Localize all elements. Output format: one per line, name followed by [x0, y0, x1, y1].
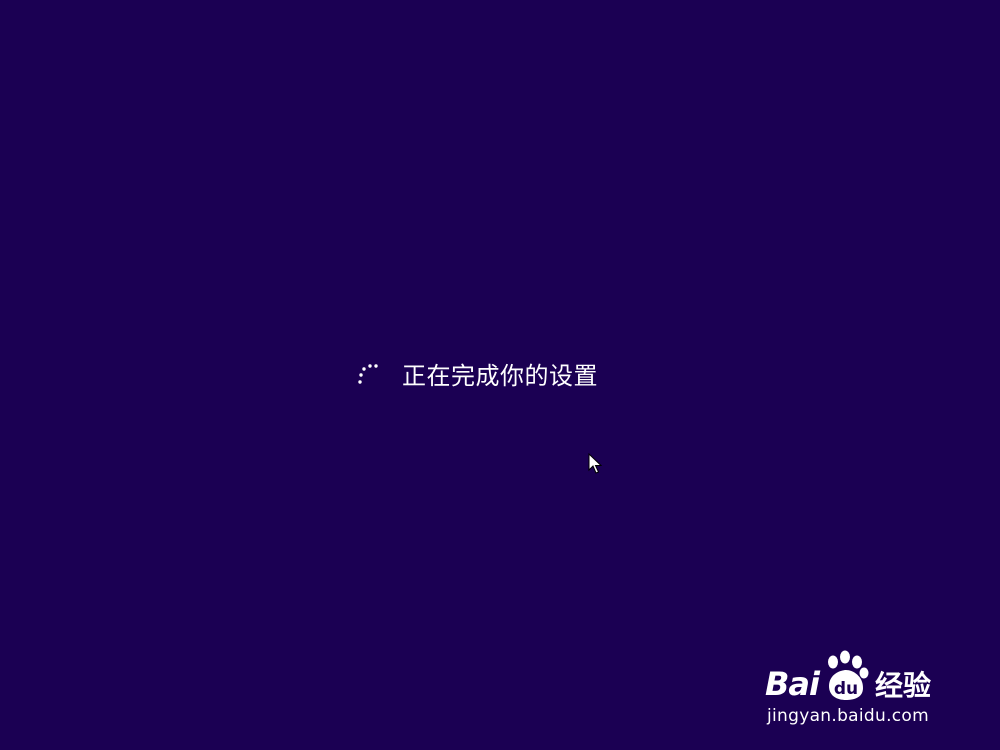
watermark-brand-bai: Bai: [765, 665, 820, 703]
setup-status: 正在完成你的设置: [356, 358, 598, 394]
watermark-logo: Bai du 经验: [765, 650, 931, 704]
loading-spinner-icon: [358, 364, 378, 384]
status-message: 正在完成你的设置: [402, 362, 598, 390]
watermark-brand-jingyan: 经验: [874, 669, 931, 702]
watermark-brand-du: du: [834, 679, 858, 699]
setup-screen: 正在完成你的设置 Bai du 经验 jingyan.baidu.com: [0, 0, 1000, 750]
mouse-pointer-icon: [588, 453, 602, 474]
baidu-jingyan-watermark: Bai du 经验 jingyan.baidu.com: [765, 644, 950, 730]
baidu-paw-icon: du: [827, 650, 869, 700]
watermark-url: jingyan.baidu.com: [767, 706, 929, 726]
